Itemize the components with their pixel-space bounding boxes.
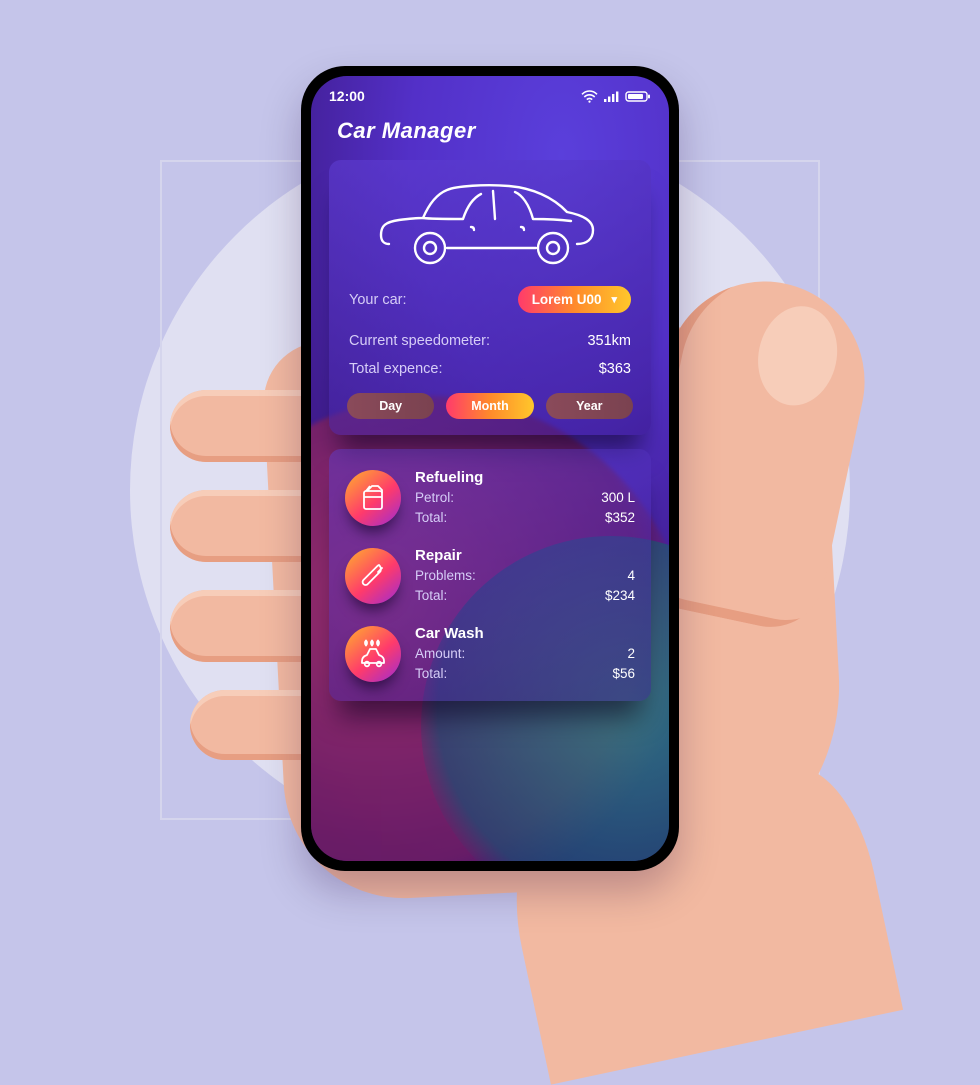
your-car-label: Your car: <box>349 292 407 308</box>
item-title: Repair <box>415 547 635 564</box>
list-item[interactable]: Car Wash Amount: 2 Total: $56 <box>345 615 635 693</box>
list-item[interactable]: Refueling Petrol: 300 L Total: $352 <box>345 459 635 537</box>
app-title: Car Manager <box>311 108 669 144</box>
item-line2-value: $352 <box>605 508 635 528</box>
category-list: Refueling Petrol: 300 L Total: $352 Repair… <box>329 449 651 701</box>
period-segmented: Day Month Year <box>347 393 633 419</box>
speedometer-value: 351km <box>587 333 631 349</box>
item-line1-label: Amount: <box>415 644 465 664</box>
item-line2-label: Total: <box>415 586 447 606</box>
status-bar: 12:00 <box>311 76 669 108</box>
car-selector-value: Lorem U00 <box>532 292 602 307</box>
wrench-icon <box>345 548 401 604</box>
car-selector[interactable]: Lorem U00 ▾ <box>518 286 631 313</box>
segment-year[interactable]: Year <box>546 393 633 419</box>
segment-day[interactable]: Day <box>347 393 434 419</box>
item-line2-label: Total: <box>415 508 447 528</box>
wifi-icon <box>581 90 598 103</box>
item-line1-value: 2 <box>627 644 635 664</box>
car-icon <box>375 178 605 270</box>
speedometer-label: Current speedometer: <box>349 333 490 349</box>
signal-icon <box>603 90 620 103</box>
list-item[interactable]: Repair Problems: 4 Total: $234 <box>345 537 635 615</box>
car-illustration <box>347 174 633 280</box>
chevron-down-icon: ▾ <box>611 293 617 306</box>
item-line2-label: Total: <box>415 664 447 684</box>
status-icons <box>581 90 651 103</box>
item-line1-value: 300 L <box>601 488 635 508</box>
item-line1-value: 4 <box>627 566 635 586</box>
app-screen: 12:00 Car Manager <box>311 76 669 861</box>
expense-label: Total expence: <box>349 361 443 377</box>
summary-panel: Your car: Lorem U00 ▾ Current speedomete… <box>329 160 651 435</box>
item-line1-label: Problems: <box>415 566 476 586</box>
expense-value: $363 <box>599 361 631 377</box>
item-line1-label: Petrol: <box>415 488 454 508</box>
phone-frame: 12:00 Car Manager <box>301 66 679 871</box>
status-time: 12:00 <box>329 88 365 104</box>
item-line2-value: $234 <box>605 586 635 606</box>
item-line2-value: $56 <box>612 664 635 684</box>
car-wash-icon <box>345 626 401 682</box>
item-title: Refueling <box>415 469 635 486</box>
fuel-can-icon <box>345 470 401 526</box>
battery-icon <box>625 90 651 103</box>
item-title: Car Wash <box>415 625 635 642</box>
segment-month[interactable]: Month <box>446 393 533 419</box>
